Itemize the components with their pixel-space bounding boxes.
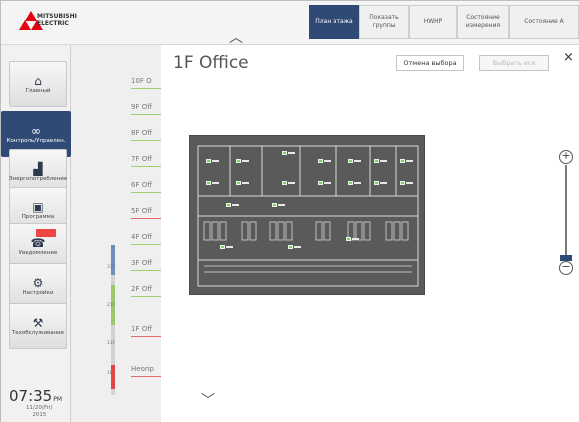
settings-icon: ⚙ <box>32 275 44 290</box>
ac-unit[interactable] <box>206 158 220 164</box>
chevron-up-icon[interactable]: ︿ <box>229 27 243 47</box>
clock-time: 07:35PM <box>9 387 63 405</box>
notification-icon: ☎ <box>30 235 46 250</box>
alarm-badge <box>36 229 56 237</box>
ac-unit[interactable] <box>236 158 250 164</box>
floor-item-5f[interactable]: 5F Off <box>131 205 161 219</box>
ac-unit[interactable] <box>282 150 296 156</box>
ac-unit[interactable] <box>400 180 414 186</box>
ac-unit[interactable] <box>220 244 234 250</box>
floor-item-8f[interactable]: 8F Off <box>131 127 161 141</box>
ac-unit[interactable] <box>318 180 332 186</box>
floor-item-7f[interactable]: 7F Off <box>131 153 161 167</box>
tab-measurement-status[interactable]: Состояние измерения <box>457 5 509 39</box>
ac-unit[interactable] <box>206 180 220 186</box>
cancel-selection-button[interactable]: Отмена выбора <box>396 55 464 71</box>
floor-item-3f[interactable]: 3F Off <box>131 257 161 271</box>
floor-item-9f[interactable]: 9F Off <box>131 101 161 115</box>
ac-unit[interactable] <box>348 158 362 164</box>
sidebar-item-maintenance[interactable]: ⚒ Техобслуживание <box>9 303 67 349</box>
floor-list: 10F O 9F Off 8F Off 7F Off 6F Off 5F Off… <box>71 45 231 422</box>
binoculars-icon: ∞ <box>31 123 41 138</box>
ac-unit[interactable] <box>374 158 388 164</box>
ac-unit[interactable] <box>374 180 388 186</box>
ac-unit[interactable] <box>226 202 240 208</box>
floor-plan-panel: ︿ 1F Office Отмена выбора Выбрать все × <box>161 30 579 422</box>
floor-item-6f[interactable]: 6F Off <box>131 179 161 193</box>
chevron-down-icon[interactable]: ﹀ <box>201 390 215 410</box>
tab-show-groups[interactable]: Показать группы <box>359 5 409 39</box>
sidebar-item-home[interactable]: ⌂ Главный <box>9 61 67 107</box>
floor-item-2f[interactable]: 2F Off <box>131 283 161 297</box>
floor-item-4f[interactable]: 4F Off <box>131 231 161 245</box>
home-icon: ⌂ <box>34 73 42 88</box>
floor-item-10f[interactable]: 10F O <box>131 75 161 89</box>
top-header: MITSUBISHI ELECTRIC План этажа Показать … <box>1 1 579 45</box>
left-sidebar: ⌂ Главный ∞ Контроль/Управлен. ▟ Энергоп… <box>1 45 71 422</box>
select-all-button[interactable]: Выбрать все <box>479 55 549 71</box>
schedule-icon: ▣ <box>32 199 44 214</box>
ac-unit[interactable] <box>288 244 302 250</box>
tab-floor-plan[interactable]: План этажа <box>309 5 359 39</box>
zoom-in-icon[interactable]: + <box>559 150 573 164</box>
tab-hwhp[interactable]: HWHP <box>409 5 457 39</box>
page-title: 1F Office <box>173 53 249 73</box>
tab-status-a[interactable]: Состояние А <box>509 5 579 39</box>
app-window: MITSUBISHI ELECTRIC План этажа Показать … <box>0 0 579 422</box>
zoom-out-icon[interactable]: − <box>559 261 573 275</box>
ac-unit[interactable] <box>236 180 250 186</box>
ac-unit[interactable] <box>348 180 362 186</box>
floor-plan-walls <box>197 145 419 287</box>
ac-unit[interactable] <box>346 236 360 242</box>
floor-item-1f[interactable]: 1F Off <box>131 323 161 337</box>
ac-unit[interactable] <box>282 180 296 186</box>
ac-unit[interactable] <box>400 158 414 164</box>
energy-chart-icon: ▟ <box>33 161 43 176</box>
mitsubishi-logo: MITSUBISHI ELECTRIC <box>19 11 77 31</box>
zoom-slider-track[interactable] <box>565 165 567 255</box>
clock-date: 11/20(Fri) 2015 <box>26 405 53 418</box>
close-icon[interactable]: × <box>563 50 574 65</box>
ac-unit[interactable] <box>272 202 286 208</box>
ac-unit[interactable] <box>318 158 332 164</box>
floor-map[interactable] <box>189 135 425 295</box>
maintenance-icon: ⚒ <box>32 315 44 330</box>
floor-scrollbar[interactable]: 31F 21F 11F 1F <box>107 245 119 395</box>
